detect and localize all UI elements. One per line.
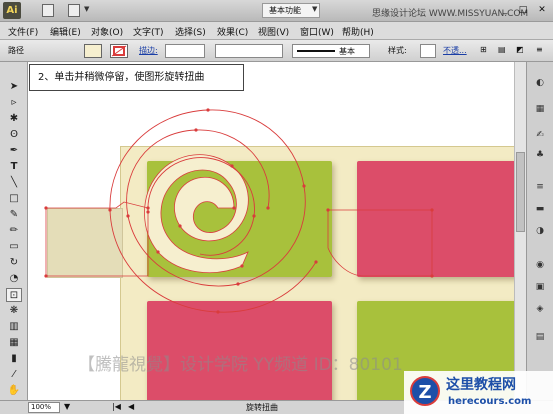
opacity-link[interactable]: 不透... [443, 45, 467, 56]
align-icon[interactable]: ▤ [498, 45, 506, 54]
color-icon[interactable]: ◐ [533, 76, 547, 90]
variable-width-dropdown[interactable] [215, 44, 283, 58]
lasso-icon[interactable]: ʘ [6, 128, 22, 142]
previous-artboard-icon[interactable]: ◀ [128, 402, 134, 411]
symbol-sprayer-icon[interactable]: ❋ [6, 304, 22, 318]
logo-title: 这里教程网 [446, 377, 516, 393]
close-button[interactable]: ✕ [535, 3, 549, 17]
site-logo: Z 这里教程网 herecours.com [404, 371, 553, 414]
scroll-thumb[interactable] [516, 152, 525, 232]
style-label: 样式: [388, 46, 407, 55]
selection-type-label: 路径 [8, 46, 24, 55]
stroke-link[interactable]: 描边: [139, 45, 158, 56]
tools-panel: ➤ ▹ ✱ ʘ ✒ T ╲ □ ✎ ✏ ▭ ↻ ◔ ⊡ ❋ ▥ ▦ ▮ ⁄ ✋ [0, 62, 28, 400]
menu-effect[interactable]: 效果(C) [217, 25, 248, 38]
graphic-style-picker[interactable] [420, 44, 436, 58]
twisted-swirl-shape [144, 154, 249, 273]
vertical-scrollbar[interactable] [514, 62, 526, 400]
menu-help[interactable]: 帮助(H) [342, 25, 374, 38]
stroke-style-value: 基本 [339, 47, 355, 56]
mesh-icon[interactable]: ▦ [6, 336, 22, 350]
rotate-icon[interactable]: ↻ [6, 256, 22, 270]
arrange-documents-icon[interactable] [68, 4, 80, 17]
gradient-icon[interactable]: ▮ [6, 352, 22, 366]
symbols-icon[interactable]: ♣ [533, 148, 547, 162]
eyedropper-icon[interactable]: ⁄ [6, 368, 22, 382]
stroke-weight-field[interactable] [165, 44, 205, 58]
current-tool-label: 旋转扭曲 [246, 403, 278, 412]
control-bar: 路径 描边: 基本 样式: 不透... ⊞ ▤ ◩ ≡ [0, 40, 553, 62]
brush-definition-dropdown[interactable]: 基本 [292, 44, 370, 58]
line-icon[interactable]: ╲ [6, 176, 22, 190]
menu-select[interactable]: 选择(S) [175, 25, 206, 38]
menu-view[interactable]: 视图(V) [258, 25, 289, 38]
eraser-icon[interactable]: ▭ [6, 240, 22, 254]
artboards-icon[interactable]: ▤ [533, 330, 547, 344]
warped-rectangle-outline [45, 201, 149, 277]
bridge-icon[interactable] [42, 4, 54, 17]
isolate-icon[interactable]: ◩ [516, 45, 524, 54]
graph-icon[interactable]: ▥ [6, 320, 22, 334]
zoom-field[interactable]: 100% [28, 402, 60, 413]
panel-menu-icon[interactable]: ≡ [536, 45, 543, 54]
maximize-button[interactable]: □ [516, 3, 530, 17]
magic-wand-icon[interactable]: ✱ [6, 112, 22, 126]
transform-icon[interactable]: ⊞ [480, 45, 487, 54]
transparency-icon[interactable]: ◑ [533, 224, 547, 238]
stroke-icon[interactable]: ≡ [533, 180, 547, 194]
site-watermark: 【騰龍視覺】设计学院 YY频道 ID：80101 [78, 355, 403, 375]
logo-url: herecours.com [448, 396, 532, 407]
chevron-down-icon[interactable]: ▼ [64, 402, 70, 411]
stroke-swatch[interactable] [110, 44, 128, 58]
chevron-down-icon[interactable]: ▼ [84, 5, 89, 13]
pencil-icon[interactable]: ✏ [6, 224, 22, 238]
panel-dock: ◐ ▦ ✍ ♣ ≡ ▬ ◑ ◉ ▣ ◈ ▤ [526, 62, 553, 400]
menu-bar: 文件(F) 编辑(E) 对象(O) 文字(T) 选择(S) 效果(C) 视图(V… [0, 22, 553, 40]
layers-icon[interactable]: ◈ [533, 302, 547, 316]
chevron-down-icon[interactable]: ▼ [312, 5, 317, 13]
app-logo: Ai [3, 2, 21, 19]
menu-object[interactable]: 对象(O) [91, 25, 123, 38]
title-bar: Ai ▼ 基本功能 ▼ 思缘设计论坛 WWW.MISSYUAN.COM _ □ … [0, 0, 553, 22]
direct-selection-icon[interactable]: ▹ [6, 96, 22, 110]
graphic-styles-icon[interactable]: ▣ [533, 280, 547, 294]
gradient-panel-icon[interactable]: ▬ [533, 202, 547, 216]
selection-icon[interactable]: ➤ [6, 80, 22, 94]
free-transform-icon[interactable]: ⊡ [6, 288, 22, 302]
rectangle-icon[interactable]: □ [6, 192, 22, 206]
menu-edit[interactable]: 编辑(E) [50, 25, 81, 38]
stroke-line-icon [297, 50, 335, 52]
warped-rectangle-outline [327, 209, 433, 277]
menu-file[interactable]: 文件(F) [8, 25, 38, 38]
first-artboard-icon[interactable]: |◀ [112, 402, 121, 411]
hand-icon[interactable]: ✋ [6, 384, 22, 398]
appearance-icon[interactable]: ◉ [533, 258, 547, 272]
logo-mark: Z [410, 376, 440, 406]
brushes-icon[interactable]: ✍ [533, 128, 547, 142]
swatches-icon[interactable]: ▦ [533, 102, 547, 116]
menu-type[interactable]: 文字(T) [133, 25, 164, 38]
minimize-button[interactable]: _ [498, 3, 512, 17]
pen-icon[interactable]: ✒ [6, 144, 22, 158]
warp-icon[interactable]: ◔ [6, 272, 22, 286]
outer-swirl-ring [109, 109, 317, 313]
menu-window[interactable]: 窗口(W) [300, 25, 334, 38]
type-icon[interactable]: T [6, 160, 22, 174]
stroke-color-icon [111, 45, 127, 57]
step-callout: 2、单击并稍微停留，使图形旋转扭曲 [29, 64, 244, 91]
paintbrush-icon[interactable]: ✎ [6, 208, 22, 222]
fill-swatch[interactable] [84, 44, 102, 58]
